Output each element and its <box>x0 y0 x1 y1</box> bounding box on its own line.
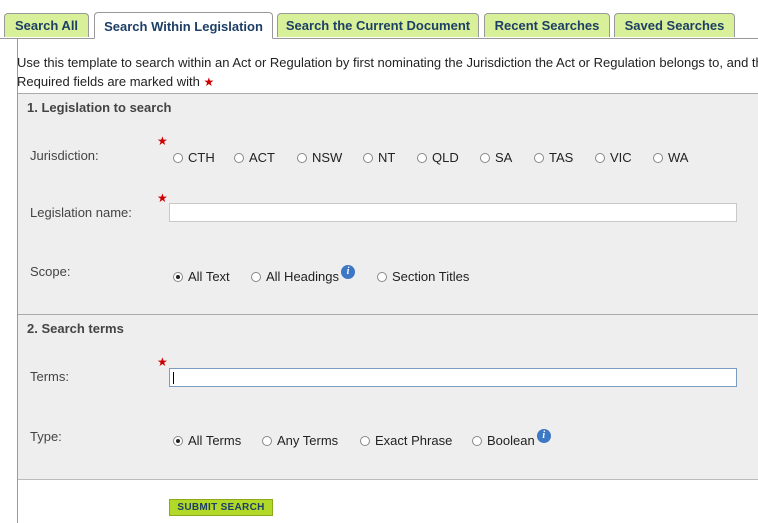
type-option-all-terms[interactable]: All Terms <box>173 433 241 448</box>
jurisdiction-option-nsw[interactable]: NSW <box>297 150 342 165</box>
radio-icon[interactable] <box>534 152 544 163</box>
tab-search-within-legislation[interactable]: Search Within Legislation <box>94 12 273 39</box>
radio-icon[interactable] <box>595 152 605 163</box>
jurisdiction-option-qld[interactable]: QLD <box>417 150 459 165</box>
radio-icon[interactable] <box>653 152 663 163</box>
required-star-icon: ★ <box>157 355 168 369</box>
radio-icon[interactable] <box>417 152 427 163</box>
tab-search-all[interactable]: Search All <box>4 13 89 37</box>
intro-line-2: Required fields are marked with ★ <box>17 74 215 89</box>
jurisdiction-option-tas[interactable]: TAS <box>534 150 573 165</box>
jurisdiction-option-nt[interactable]: NT <box>363 150 395 165</box>
required-star-icon: ★ <box>203 75 215 89</box>
terms-input[interactable] <box>169 368 737 387</box>
required-star-icon: ★ <box>157 191 168 205</box>
jurisdiction-option-wa[interactable]: WA <box>653 150 688 165</box>
section-legislation-to-search: 1. Legislation to search Jurisdiction: ★… <box>18 93 758 314</box>
type-option-exact-phrase[interactable]: Exact Phrase <box>360 433 452 448</box>
tab-search-current-document[interactable]: Search the Current Document <box>277 13 479 37</box>
scope-option-section-titles[interactable]: Section Titles <box>377 269 469 284</box>
tab-saved-searches[interactable]: Saved Searches <box>614 13 735 37</box>
terms-label: Terms: <box>30 369 69 384</box>
radio-icon[interactable] <box>363 152 373 163</box>
type-option-any-terms[interactable]: Any Terms <box>262 433 338 448</box>
legislation-name-input[interactable] <box>169 203 737 222</box>
radio-icon[interactable] <box>262 435 272 446</box>
radio-selected-icon[interactable] <box>173 435 183 446</box>
radio-icon[interactable] <box>480 152 490 163</box>
radio-icon[interactable] <box>472 435 482 446</box>
intro-text: Use this template to search within an Ac… <box>17 53 758 92</box>
radio-icon[interactable] <box>360 435 370 446</box>
section-title: 2. Search terms <box>27 321 124 336</box>
jurisdiction-label: Jurisdiction: <box>30 148 99 163</box>
intro-line-1: Use this template to search within an Ac… <box>17 55 758 70</box>
info-icon[interactable]: i <box>536 428 551 443</box>
type-label: Type: <box>30 429 62 444</box>
jurisdiction-option-vic[interactable]: VIC <box>595 150 632 165</box>
radio-icon[interactable] <box>234 152 244 163</box>
jurisdiction-option-sa[interactable]: SA <box>480 150 512 165</box>
radio-icon[interactable] <box>377 271 387 282</box>
radio-selected-icon[interactable] <box>173 271 183 282</box>
jurisdiction-option-act[interactable]: ACT <box>234 150 275 165</box>
scope-label: Scope: <box>30 264 71 279</box>
scope-option-all-headings[interactable]: All Headings i <box>251 264 355 284</box>
radio-icon[interactable] <box>297 152 307 163</box>
section-title: 1. Legislation to search <box>27 100 172 115</box>
scope-option-all-text[interactable]: All Text <box>173 269 230 284</box>
text-caret <box>173 372 174 384</box>
submit-search-button[interactable]: SUBMIT SEARCH <box>169 499 273 516</box>
legislation-name-label: Legislation name: <box>30 205 132 220</box>
type-option-boolean[interactable]: Boolean i <box>472 428 551 448</box>
jurisdiction-option-cth[interactable]: CTH <box>173 150 215 165</box>
radio-icon[interactable] <box>173 152 183 163</box>
section-search-terms: 2. Search terms Terms: ★ Type: All Terms… <box>18 314 758 480</box>
info-icon[interactable]: i <box>341 264 355 279</box>
required-star-icon: ★ <box>157 134 168 148</box>
radio-icon[interactable] <box>251 271 261 282</box>
search-tabs: Search All Search Within Legislation Sea… <box>0 0 758 39</box>
tab-recent-searches[interactable]: Recent Searches <box>484 13 610 37</box>
